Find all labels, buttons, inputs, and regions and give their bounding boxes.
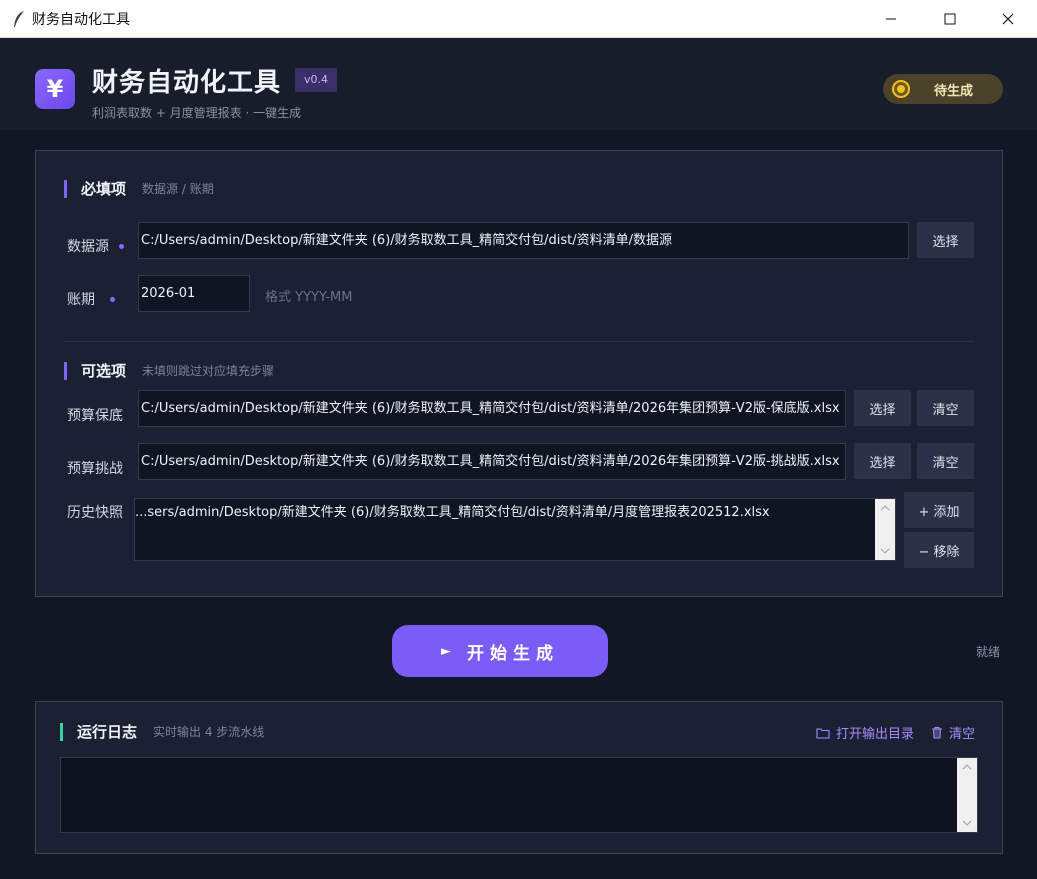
datasource-choose-button[interactable]: 选择 — [917, 222, 974, 258]
budget-challenge-label: 预算挑战 — [67, 461, 123, 477]
minimize-button[interactable] — [862, 0, 920, 38]
app-title: 财务自动化工具 — [92, 68, 282, 98]
optional-section-title: 可选项 — [81, 362, 127, 380]
generate-state-text: 就绪 — [976, 645, 1001, 659]
status-badge: 待生成 — [883, 74, 1003, 104]
settings-card: 必填项 数据源 / 账期 数据源 C:/Users/admin/Desktop/… — [35, 150, 1003, 597]
section-accent-bar — [60, 722, 63, 741]
budget-base-clear-button[interactable]: 清空 — [917, 390, 974, 426]
log-content — [61, 758, 977, 766]
list-item[interactable]: ...sers/admin/Desktop/新建文件夹 (6)/财务取数工具_精… — [135, 501, 895, 520]
log-section-title: 运行日志 — [77, 723, 138, 741]
app-header: ¥ 财务自动化工具 v0.4 利润表取数 + 月度管理报表 · 一键生成 待生成 — [0, 38, 1037, 130]
optional-section-subtitle: 未填则跳过对应填充步骤 — [142, 364, 275, 378]
history-scrollbar[interactable] — [875, 499, 895, 560]
budget-base-input[interactable]: C:/Users/admin/Desktop/新建文件夹 (6)/财务取数工具_… — [138, 390, 846, 427]
window-bottom-edge — [0, 870, 1037, 879]
log-clear-button[interactable]: 清空 — [931, 723, 975, 742]
folder-icon — [816, 727, 830, 739]
log-section-header: 运行日志 实时输出 4 步流水线 — [60, 721, 264, 742]
history-remove-button[interactable]: − 移除 — [904, 532, 974, 568]
section-accent-bar — [64, 361, 67, 380]
trash-icon — [932, 727, 942, 739]
play-icon: ► — [441, 643, 451, 659]
required-section-subtitle: 数据源 / 账期 — [142, 182, 214, 196]
log-output[interactable] — [60, 757, 978, 833]
required-section-title: 必填项 — [81, 180, 127, 198]
status-indicator-icon — [894, 82, 908, 96]
scroll-up-icon[interactable] — [957, 758, 977, 776]
window-title: 财务自动化工具 — [32, 11, 130, 28]
scroll-up-icon[interactable] — [875, 499, 895, 517]
history-snapshot-list[interactable]: ...sers/admin/Desktop/新建文件夹 (6)/财务取数工具_精… — [134, 498, 896, 561]
required-section-header: 必填项 数据源 / 账期 — [64, 178, 214, 199]
period-input[interactable]: 2026-01 — [138, 275, 250, 312]
section-divider — [64, 341, 974, 342]
open-output-dir-button[interactable]: 打开输出目录 — [816, 723, 914, 742]
optional-section-header: 可选项 未填则跳过对应填充步骤 — [64, 360, 274, 381]
window-titlebar: 财务自动化工具 — [0, 0, 1037, 38]
datasource-label: 数据源 — [67, 236, 124, 256]
start-generate-label: 开始生成 — [467, 643, 559, 664]
budget-challenge-choose-button[interactable]: 选择 — [854, 443, 911, 479]
budget-challenge-input[interactable]: C:/Users/admin/Desktop/新建文件夹 (6)/财务取数工具_… — [138, 443, 846, 480]
status-text: 待生成 — [934, 83, 974, 99]
required-dot-icon — [119, 243, 124, 249]
history-snapshot-label: 历史快照 — [67, 505, 123, 521]
required-dot-icon — [110, 296, 115, 302]
datasource-input[interactable]: C:/Users/admin/Desktop/新建文件夹 (6)/财务取数工具_… — [138, 222, 909, 259]
app-subtitle: 利润表取数 + 月度管理报表 · 一键生成 — [92, 106, 302, 120]
budget-challenge-clear-button[interactable]: 清空 — [917, 443, 974, 479]
close-icon — [1002, 13, 1014, 25]
period-label: 账期 — [67, 289, 115, 309]
maximize-button[interactable] — [921, 0, 979, 38]
feather-icon — [14, 10, 24, 27]
maximize-icon — [944, 13, 956, 25]
scroll-down-icon[interactable] — [957, 814, 977, 832]
minimize-icon — [886, 18, 896, 20]
log-scrollbar[interactable] — [957, 758, 977, 832]
version-badge: v0.4 — [295, 68, 338, 92]
scroll-down-icon[interactable] — [875, 542, 895, 560]
start-generate-button[interactable]: ► 开始生成 — [392, 625, 608, 677]
log-section-subtitle: 实时输出 4 步流水线 — [153, 725, 265, 739]
history-add-button[interactable]: + 添加 — [904, 492, 974, 528]
section-accent-bar — [64, 179, 67, 198]
budget-base-choose-button[interactable]: 选择 — [854, 390, 911, 426]
budget-base-label: 预算保底 — [67, 408, 123, 424]
yen-logo-icon: ¥ — [35, 69, 75, 109]
log-card: 运行日志 实时输出 4 步流水线 打开输出目录 清空 — [35, 701, 1003, 854]
close-button[interactable] — [979, 0, 1037, 38]
period-format-hint: 格式 YYYY-MM — [265, 290, 353, 305]
